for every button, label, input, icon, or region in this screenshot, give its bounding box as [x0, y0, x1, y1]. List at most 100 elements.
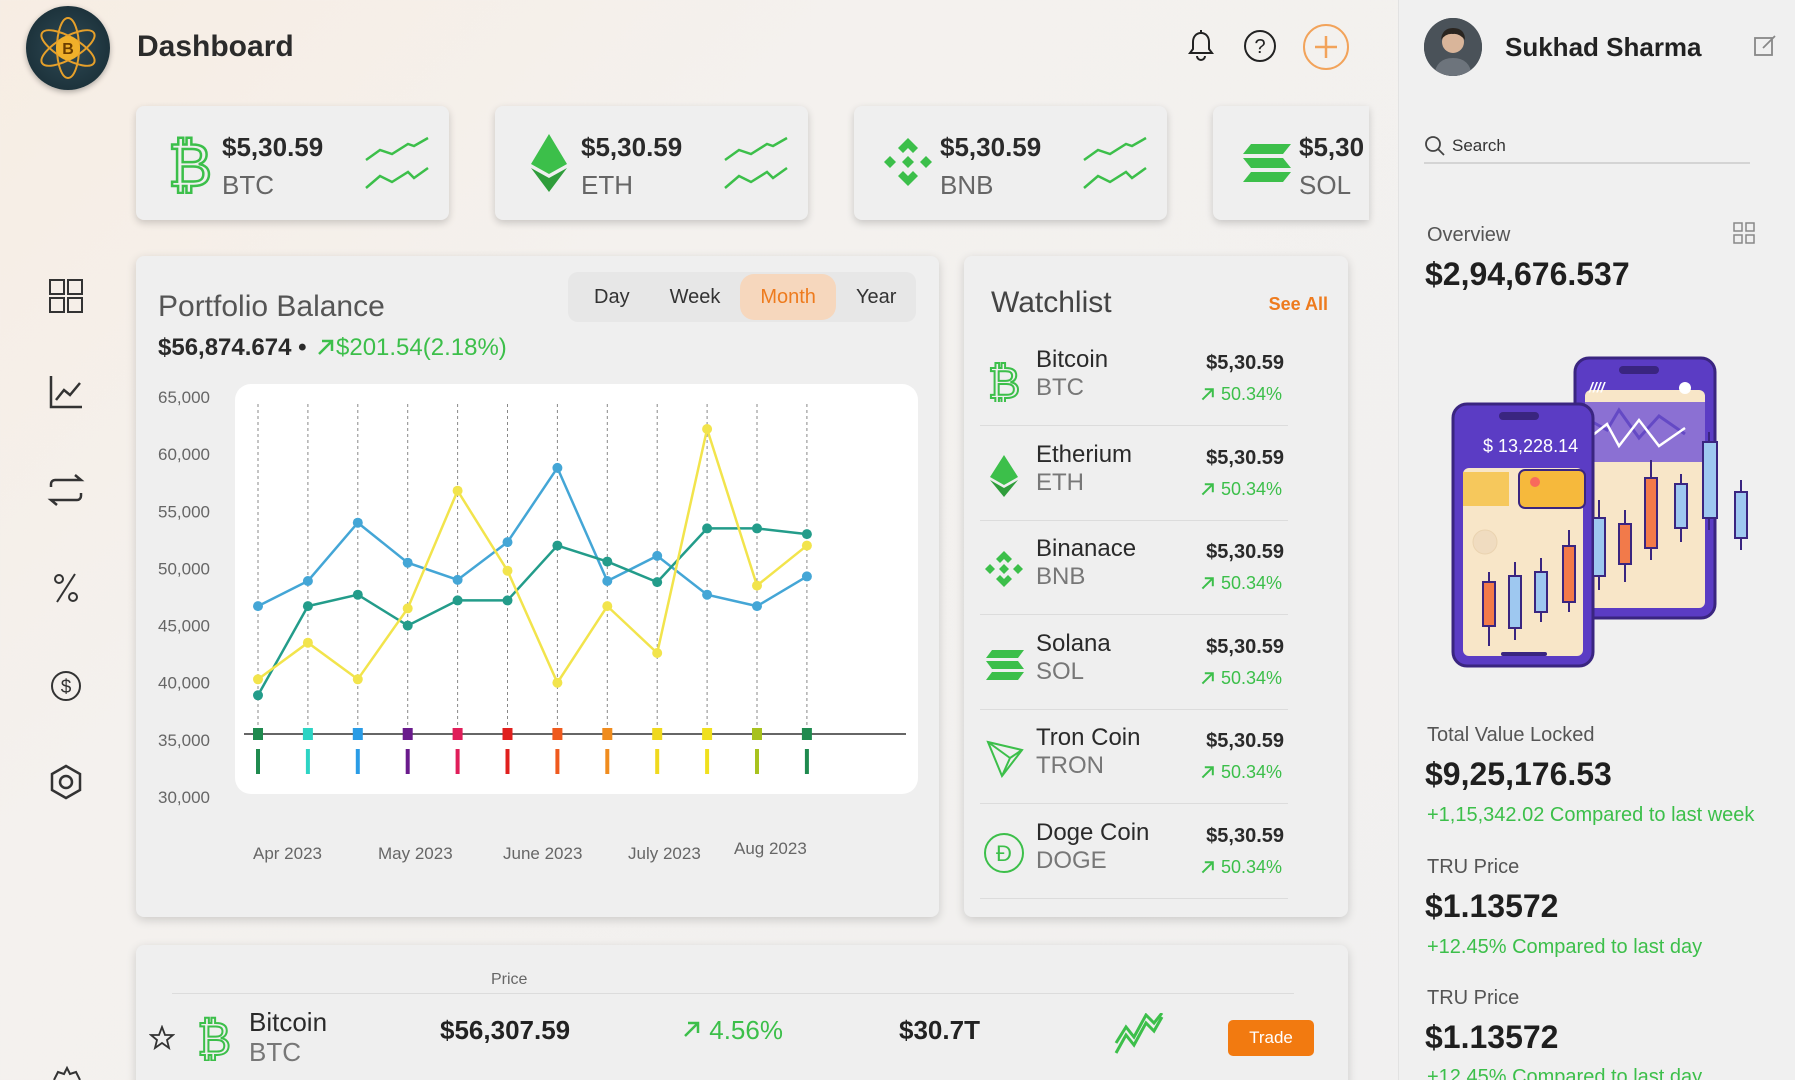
- illustration-price: $ 13,228.14: [1483, 436, 1578, 456]
- coin-change: 4.56%: [682, 1015, 783, 1046]
- coin-change: 50.34%: [1200, 762, 1282, 783]
- edit-icon[interactable]: [1753, 34, 1777, 58]
- data-point: [502, 595, 513, 606]
- see-all-link[interactable]: See All: [1269, 294, 1328, 315]
- x-tick-label: June 2023: [503, 844, 582, 863]
- gear-icon[interactable]: [50, 1064, 84, 1080]
- bitcoin-icon: ₿: [167, 130, 214, 194]
- x-marker-bar: [755, 749, 759, 774]
- bell-icon[interactable]: [1183, 28, 1219, 64]
- sidebar-item-finance[interactable]: $: [46, 666, 86, 706]
- data-point: [253, 690, 263, 701]
- data-point: [652, 648, 663, 658]
- coin-symbol: ETH: [1036, 468, 1084, 496]
- tru-price-value-2: $1.13572: [1425, 1019, 1559, 1055]
- coin-name: Bitcoin: [249, 1007, 328, 1037]
- y-tick-label: 55,000: [158, 502, 210, 521]
- watchlist-item-btc[interactable]: ₿ Bitcoin BTC $5,30.59 50.34%: [980, 332, 1288, 426]
- data-point: [502, 537, 513, 548]
- coin-price: $5,30.59: [1206, 730, 1284, 752]
- coin-price: $5,30.59: [1206, 541, 1284, 563]
- coin-name: Binanace: [1036, 535, 1137, 562]
- search-icon: [1425, 136, 1445, 156]
- sidebar-item-dashboard[interactable]: [46, 276, 86, 316]
- svg-text:₿: ₿: [168, 131, 212, 194]
- coin-price: $5,30.59: [940, 132, 1042, 162]
- add-button[interactable]: [1303, 24, 1349, 70]
- x-marker: [502, 728, 513, 740]
- data-point: [253, 601, 263, 612]
- x-marker-bar: [305, 749, 310, 774]
- x-marker-bar: [655, 749, 660, 774]
- watchlist-item-bnb[interactable]: Binanace BNB $5,30.59 50.34%: [980, 521, 1288, 615]
- data-point: [752, 580, 762, 591]
- watchlist-item-doge[interactable]: Ð Doge Coin DOGE $5,30.59 50.34%: [980, 805, 1288, 899]
- y-tick-label: 45,000: [158, 617, 210, 636]
- data-point: [302, 637, 313, 648]
- grid-view-icon[interactable]: [1733, 222, 1755, 244]
- solana-icon: [986, 649, 1024, 680]
- sidebar-item-analytics[interactable]: [46, 372, 86, 412]
- watchlist-title: Watchlist: [991, 286, 1112, 319]
- x-marker: [552, 728, 563, 740]
- binance-icon: [884, 138, 932, 186]
- coin-card-sol[interactable]: $5,30 SOL: [1213, 106, 1369, 220]
- watchlist-item-eth[interactable]: Etherium ETH $5,30.59 50.34%: [980, 427, 1288, 521]
- x-marker-bar: [355, 749, 360, 774]
- data-point: [352, 517, 363, 528]
- help-icon[interactable]: ?: [1242, 28, 1278, 64]
- market-table: Price ₿ Bitcoin BTC $56,307.59 4.56% $30…: [136, 945, 1348, 1080]
- data-point: [402, 557, 413, 568]
- coin-name: Etherium: [1036, 440, 1133, 468]
- coin-change: 50.34%: [1200, 668, 1282, 689]
- trend-icon: [365, 136, 429, 189]
- data-point: [452, 574, 463, 585]
- sidebar-item-exchange[interactable]: [46, 470, 86, 510]
- star-icon[interactable]: [149, 1025, 175, 1051]
- x-marker-bar: [555, 749, 560, 774]
- watchlist-item-tron[interactable]: Tron Coin TRON $5,30.59 50.34%: [980, 710, 1288, 804]
- data-point: [552, 540, 563, 551]
- data-point: [352, 589, 363, 600]
- coin-change-text: 50.34%: [1220, 384, 1282, 404]
- coin-change: 50.34%: [1200, 857, 1282, 878]
- tru-price-label-2: TRU Price: [1427, 987, 1520, 1009]
- trade-button[interactable]: Trade: [1228, 1020, 1314, 1056]
- coin-volume: $30.7T: [899, 1015, 980, 1045]
- dashboard-icon: [49, 279, 83, 313]
- svg-text:?: ?: [1254, 36, 1265, 58]
- watchlist-item-sol[interactable]: Solana SOL $5,30.59 50.34%: [980, 616, 1288, 710]
- logo[interactable]: B: [26, 6, 110, 90]
- trend-icon: [1114, 1013, 1164, 1054]
- data-point: [402, 620, 413, 631]
- avatar[interactable]: [1424, 18, 1482, 76]
- coin-symbol: TRON: [1036, 752, 1104, 779]
- coin-change-text: 50.34%: [1220, 856, 1282, 877]
- sidebar-item-settings[interactable]: [46, 762, 86, 802]
- arrow-up-right-icon: [1201, 482, 1214, 495]
- exchange-icon: [47, 474, 85, 506]
- coin-symbol: BTC: [1036, 374, 1084, 401]
- arrow-up-right-icon: [1201, 766, 1214, 779]
- x-marker: [652, 728, 663, 740]
- x-marker-bar: [405, 749, 410, 774]
- data-point: [801, 571, 812, 582]
- doge-icon: Ð: [984, 832, 1024, 873]
- search-input[interactable]: [1452, 132, 1742, 160]
- coin-card-eth[interactable]: $5,30.59 ETH: [495, 106, 808, 220]
- coin-symbol: SOL: [1036, 657, 1085, 685]
- overview-label: Overview: [1427, 224, 1511, 246]
- data-point: [452, 595, 463, 606]
- series-line: [257, 465, 808, 608]
- coin-name: Solana: [1036, 629, 1111, 657]
- data-point: [602, 576, 613, 586]
- coin-card-bnb[interactable]: $5,30.59 BNB: [854, 106, 1167, 220]
- arrow-up-right-icon: [684, 1021, 700, 1037]
- tru-price-label: TRU Price: [1427, 856, 1520, 878]
- data-point: [402, 603, 413, 614]
- coin-card-btc[interactable]: ₿ $5,30.59 BTC: [136, 106, 449, 220]
- sidebar-item-percent[interactable]: [46, 568, 86, 608]
- plus-icon: [1315, 36, 1337, 58]
- watchlist-panel: Watchlist See All ₿ Bitcoin BTC $5,30.59 50…: [964, 256, 1348, 917]
- data-point: [552, 677, 563, 688]
